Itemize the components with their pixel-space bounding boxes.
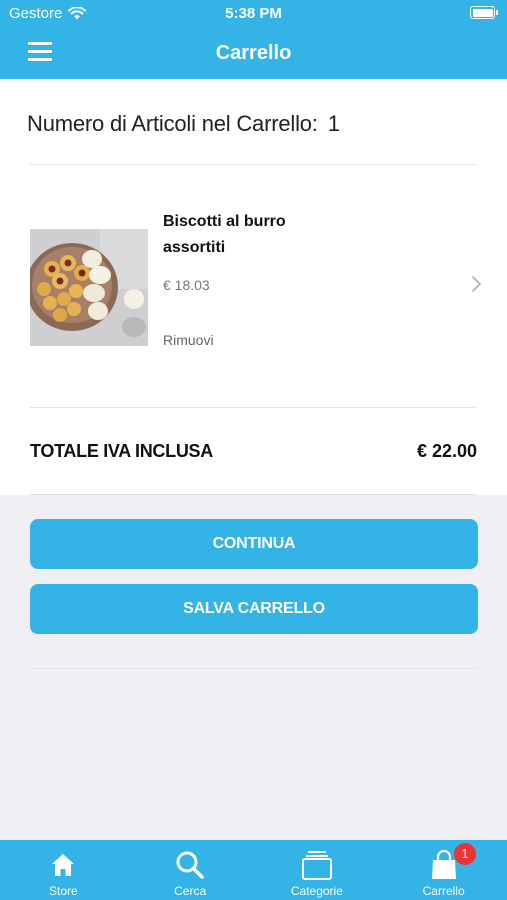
save-cart-button[interactable]: SALVA CARRELLO [30, 584, 478, 634]
divider [30, 164, 477, 165]
home-icon [52, 854, 75, 876]
tab-bar: Store Cerca Categorie Carrello [0, 840, 507, 900]
cart-panel: Numero di Articoli nel Carrello: 1 Bisco… [0, 79, 507, 495]
battery-icon [470, 6, 498, 19]
cart-item[interactable]: Biscotti al burro assortiti € 18.03 Rimu… [0, 199, 507, 369]
cart-count-label: Numero di Articoli nel Carrello: [27, 111, 318, 136]
total-value: € 22.00 [416, 441, 477, 461]
cart-count-value: 1 [327, 111, 340, 136]
tab-label: Categorie [290, 884, 343, 898]
status-bar: Gestore 5:38 PM [0, 0, 507, 28]
tab-label: Carrello [422, 884, 465, 898]
product-price: € 18.03 [163, 277, 210, 293]
nav-bar: Carrello [0, 28, 507, 79]
continue-button[interactable]: CONTINUA [30, 519, 478, 569]
tab-label: Store [49, 884, 78, 898]
tab-search[interactable]: Cerca [127, 840, 254, 900]
divider [30, 494, 477, 495]
top-bar: Gestore 5:38 PM Carrello [0, 0, 507, 79]
divider [30, 407, 477, 408]
cart-badge: 1 [454, 843, 476, 865]
total-label: TOTALE IVA INCLUSA [30, 441, 213, 461]
cart-count: Numero di Articoli nel Carrello: 1 [27, 111, 340, 137]
page-title: Carrello [215, 42, 292, 64]
tab-label: Cerca [174, 884, 207, 898]
tab-categories[interactable]: Categorie [254, 840, 381, 900]
categories-icon [301, 851, 332, 880]
product-image [30, 229, 148, 346]
search-icon [176, 851, 204, 879]
tab-store[interactable]: Store [0, 840, 127, 900]
product-name: Biscotti al burro assortiti [163, 213, 286, 256]
status-time: 5:38 PM [225, 5, 282, 22]
tab-cart[interactable]: Carrello [380, 840, 507, 900]
divider [30, 668, 477, 669]
chevron-right-icon[interactable] [470, 275, 484, 293]
remove-link[interactable]: Rimuovi [163, 332, 214, 348]
